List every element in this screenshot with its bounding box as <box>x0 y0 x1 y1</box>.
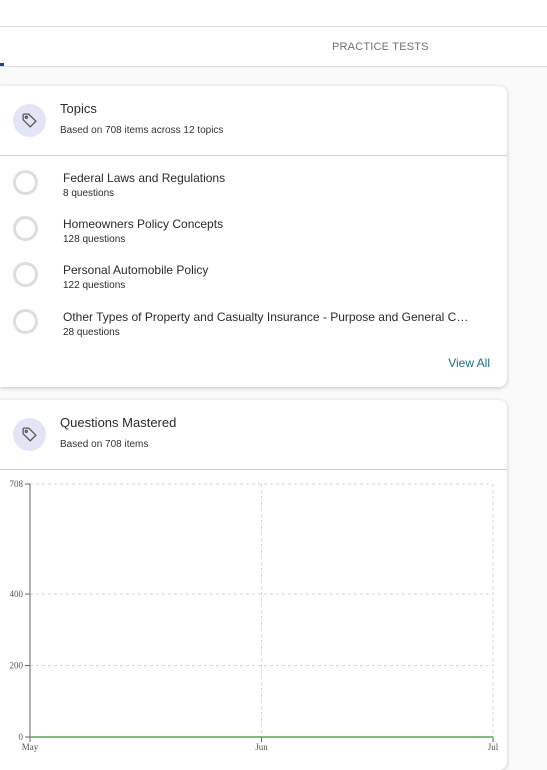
mastered-title: Questions Mastered <box>60 415 177 430</box>
topic-name: Homeowners Policy Concepts <box>63 217 224 231</box>
y-tick-label: 708 <box>10 479 24 489</box>
topic-item[interactable]: Other Types of Property and Casualty Ins… <box>0 301 507 341</box>
topic-name: Personal Automobile Policy <box>63 263 209 277</box>
topic-item[interactable]: Personal Automobile Policy 122 questions <box>0 254 507 294</box>
view-all-link[interactable]: View All <box>448 356 490 370</box>
topic-item[interactable]: Homeowners Policy Concepts 128 questions <box>0 208 507 248</box>
x-tick-label: May <box>22 742 39 752</box>
questions-mastered-card: Questions Mastered Based on 708 items 0 2… <box>0 400 507 770</box>
topics-subtitle: Based on 708 items across 12 topics <box>60 125 224 136</box>
topic-radio[interactable] <box>13 262 38 287</box>
x-tick-label: Jul <box>488 742 499 752</box>
topic-count: 28 questions <box>63 327 120 338</box>
topic-count: 8 questions <box>63 188 115 199</box>
topic-name: Federal Laws and Regulations <box>63 171 226 185</box>
tab-practice-tests[interactable]: PRACTICE TESTS <box>332 41 429 53</box>
tag-icon <box>22 427 37 442</box>
y-tick-label: 400 <box>10 589 24 599</box>
topic-radio[interactable] <box>13 170 38 195</box>
topic-radio[interactable] <box>13 216 38 241</box>
mastered-badge <box>13 418 46 451</box>
topics-card: Topics Based on 708 items across 12 topi… <box>0 86 507 387</box>
topic-count: 128 questions <box>63 234 126 245</box>
top-bar <box>0 0 547 27</box>
topics-badge <box>13 104 46 137</box>
mastered-card-header: Questions Mastered Based on 708 items <box>0 400 507 470</box>
topic-radio[interactable] <box>13 309 38 334</box>
topics-card-header: Topics Based on 708 items across 12 topi… <box>0 86 507 156</box>
x-tick-label: Jun <box>255 742 268 752</box>
y-tick-label: 0 <box>19 732 24 742</box>
topic-name: Other Types of Property and Casualty Ins… <box>63 310 469 324</box>
mastered-chart: 0 200 400 708 May Jun Jul <box>0 470 507 765</box>
topic-item[interactable]: Federal Laws and Regulations 8 questions <box>0 162 507 202</box>
mastered-subtitle: Based on 708 items <box>60 439 149 450</box>
topics-title: Topics <box>60 101 97 116</box>
topic-count: 122 questions <box>63 280 126 291</box>
tag-icon <box>22 113 37 128</box>
mastered-chart-svg: 0 200 400 708 May Jun Jul <box>10 479 499 752</box>
tab-bar <box>0 27 547 67</box>
y-tick-label: 200 <box>10 661 24 671</box>
active-tab-indicator <box>0 63 4 66</box>
